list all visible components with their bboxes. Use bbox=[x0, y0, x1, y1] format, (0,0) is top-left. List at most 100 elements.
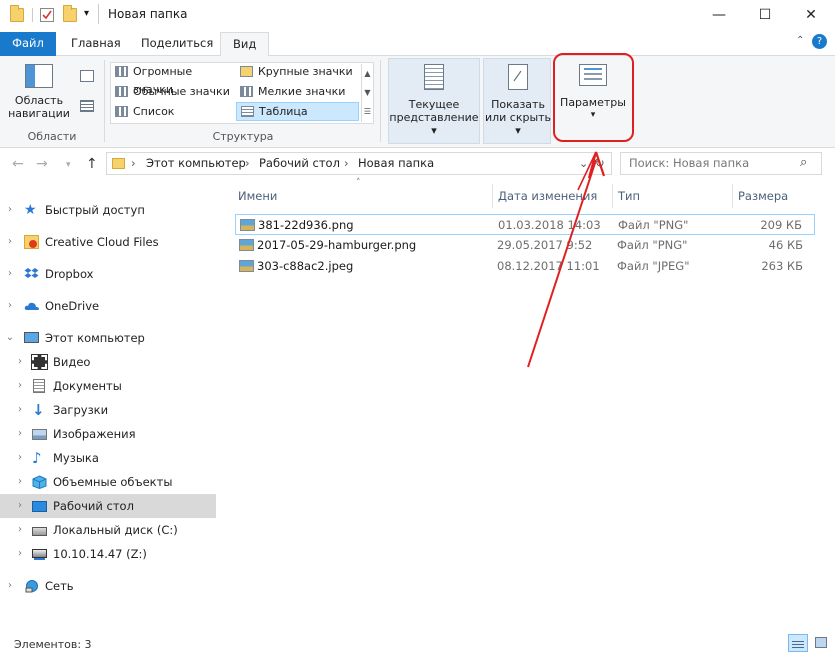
properties-icon[interactable] bbox=[40, 8, 54, 22]
current-view-button[interactable]: Текущее представление ▾ bbox=[388, 64, 480, 137]
image-file-icon bbox=[239, 260, 254, 272]
address-dropdown-icon[interactable]: ⌄ bbox=[579, 153, 588, 174]
file-size: 209 КБ bbox=[760, 218, 802, 232]
network-drive-icon bbox=[32, 549, 47, 558]
tab-file[interactable]: Файл bbox=[0, 32, 56, 56]
navigation-pane-label-1: Область bbox=[14, 94, 64, 107]
music-icon: ♪ bbox=[32, 449, 42, 467]
nav-desktop[interactable]: › Рабочий стол bbox=[0, 494, 216, 518]
forward-icon[interactable]: → bbox=[36, 156, 48, 172]
maximize-button[interactable]: ☐ bbox=[742, 0, 788, 30]
tab-view[interactable]: Вид bbox=[220, 32, 270, 57]
nav-videos[interactable]: › Видео bbox=[0, 350, 216, 374]
nav-downloads[interactable]: › ↓ Загрузки bbox=[0, 398, 216, 422]
nav-pictures[interactable]: › Изображения bbox=[0, 422, 216, 446]
chevron-right-icon[interactable]: › bbox=[14, 398, 26, 422]
layout-medium-icons[interactable]: Обычные значки bbox=[111, 83, 233, 102]
tab-home[interactable]: Главная bbox=[59, 32, 133, 56]
nav-creative-cloud[interactable]: › Creative Cloud Files bbox=[0, 230, 216, 254]
show-hide-button[interactable]: Показать или скрыть ▾ bbox=[481, 64, 555, 137]
chevron-right-icon[interactable]: › bbox=[4, 262, 16, 286]
nav-network-drive[interactable]: › 10.10.14.47 (Z:) bbox=[0, 542, 216, 566]
up-icon[interactable]: ↑ bbox=[86, 156, 98, 172]
breadcrumb-new-folder[interactable]: Новая папка bbox=[358, 153, 434, 174]
show-hide-label-2: или скрыть bbox=[484, 111, 552, 124]
show-hide-icon bbox=[508, 64, 528, 90]
file-row[interactable]: 2017-05-29-hamburger.png 29.05.2017 9:52… bbox=[235, 235, 815, 256]
help-icon[interactable]: ? bbox=[812, 34, 827, 49]
qat-dropdown-icon[interactable]: ▾ bbox=[84, 8, 89, 19]
nav-music[interactable]: › ♪ Музыка bbox=[0, 446, 216, 470]
details-pane-icon[interactable] bbox=[80, 100, 94, 112]
ribbon: Область навигации Области Огромные значк… bbox=[0, 53, 835, 148]
layout-small-icons[interactable]: Мелкие значки bbox=[236, 83, 358, 102]
chevron-right-icon[interactable]: › bbox=[14, 422, 26, 446]
chevron-right-icon[interactable]: › bbox=[14, 494, 26, 518]
show-hide-label-1: Показать bbox=[491, 98, 545, 111]
column-header-type[interactable]: Тип bbox=[612, 184, 732, 208]
address-bar[interactable]: › Этот компьютер › Рабочий стол › Новая … bbox=[106, 152, 612, 175]
chevron-right-icon[interactable]: › bbox=[4, 230, 16, 254]
chevron-right-icon[interactable]: › bbox=[14, 542, 26, 566]
layout-large-icons[interactable]: Крупные значки bbox=[236, 63, 358, 82]
breadcrumb-separator-icon[interactable]: › bbox=[131, 153, 136, 174]
collapse-ribbon-icon[interactable]: ⌃ bbox=[796, 35, 804, 46]
nav-quick-access[interactable]: › ★ Быстрый доступ bbox=[0, 198, 216, 222]
pictures-icon bbox=[32, 429, 47, 440]
chevron-right-icon[interactable]: › bbox=[14, 350, 26, 374]
preview-pane-icon[interactable] bbox=[80, 70, 94, 82]
file-size: 263 КБ bbox=[761, 259, 803, 273]
breadcrumb-separator-icon[interactable]: › bbox=[245, 153, 250, 174]
close-button[interactable]: ✕ bbox=[788, 0, 834, 30]
file-name: 2017-05-29-hamburger.png bbox=[257, 238, 417, 252]
file-row[interactable]: 303-c88ac2.jpeg 08.12.2017 11:01 Файл "J… bbox=[235, 256, 815, 277]
nav-dropbox[interactable]: › Dropbox bbox=[0, 262, 216, 286]
chevron-right-icon[interactable]: › bbox=[14, 446, 26, 470]
chevron-right-icon[interactable]: › bbox=[4, 574, 16, 598]
layout-extra-large-icons[interactable]: Огромные значки bbox=[111, 63, 233, 96]
nav-label: Рабочий стол bbox=[53, 499, 134, 513]
folder-icon bbox=[112, 158, 125, 169]
chevron-down-icon[interactable]: ⌄ bbox=[4, 326, 16, 350]
search-input[interactable]: Поиск: Новая папка bbox=[620, 152, 822, 175]
nav-network[interactable]: › Сеть bbox=[0, 574, 216, 598]
chevron-right-icon[interactable]: › bbox=[14, 374, 26, 398]
chevron-right-icon[interactable]: › bbox=[4, 198, 16, 222]
nav-local-disk[interactable]: › Локальный диск (C:) bbox=[0, 518, 216, 542]
navigation-pane-icon bbox=[25, 64, 53, 88]
creative-cloud-icon bbox=[24, 235, 39, 249]
breadcrumb-separator-icon[interactable]: › bbox=[344, 153, 349, 174]
chevron-right-icon[interactable]: › bbox=[14, 518, 26, 542]
chevron-right-icon[interactable]: › bbox=[4, 294, 16, 318]
layout-list[interactable]: Список bbox=[111, 103, 233, 122]
column-header-date[interactable]: Дата изменения bbox=[492, 184, 612, 208]
tab-share[interactable]: Поделиться bbox=[129, 32, 225, 56]
breadcrumb-this-pc[interactable]: Этот компьютер bbox=[146, 153, 246, 174]
nav-label: Видео bbox=[53, 355, 91, 369]
navigation-pane-button[interactable]: Область навигации bbox=[6, 64, 72, 120]
back-icon[interactable]: ← bbox=[12, 156, 24, 172]
nav-onedrive[interactable]: › OneDrive bbox=[0, 294, 216, 318]
nav-3d-objects[interactable]: › Объемные объекты bbox=[0, 470, 216, 494]
network-icon bbox=[24, 579, 39, 593]
refresh-icon[interactable]: ↻ bbox=[595, 153, 605, 174]
details-view-button[interactable] bbox=[788, 634, 808, 652]
star-icon: ★ bbox=[24, 202, 37, 218]
file-name: 381-22d936.png bbox=[258, 218, 354, 232]
large-icons-view-button[interactable] bbox=[812, 634, 832, 652]
file-row[interactable]: 381-22d936.png 01.03.2018 14:03 Файл "PN… bbox=[235, 214, 815, 235]
recent-locations-icon[interactable]: ▾ bbox=[66, 160, 71, 170]
file-type: Файл "PNG" bbox=[617, 238, 688, 252]
current-view-label-2: представление bbox=[389, 111, 479, 124]
group-label-areas: Области bbox=[27, 130, 77, 143]
column-header-size[interactable]: Размера bbox=[732, 184, 824, 208]
column-header-name[interactable]: Имени bbox=[232, 184, 492, 208]
gallery-scroll[interactable]: ▲ ▼ ☰ bbox=[361, 64, 373, 122]
layout-details[interactable]: Таблица bbox=[236, 102, 359, 121]
chevron-right-icon[interactable]: › bbox=[14, 470, 26, 494]
nav-this-pc[interactable]: ⌄ Этот компьютер bbox=[0, 326, 216, 350]
breadcrumb-desktop[interactable]: Рабочий стол bbox=[259, 153, 340, 174]
nav-documents[interactable]: › Документы bbox=[0, 374, 216, 398]
minimize-button[interactable]: — bbox=[696, 0, 742, 30]
new-folder-icon[interactable] bbox=[63, 5, 77, 22]
